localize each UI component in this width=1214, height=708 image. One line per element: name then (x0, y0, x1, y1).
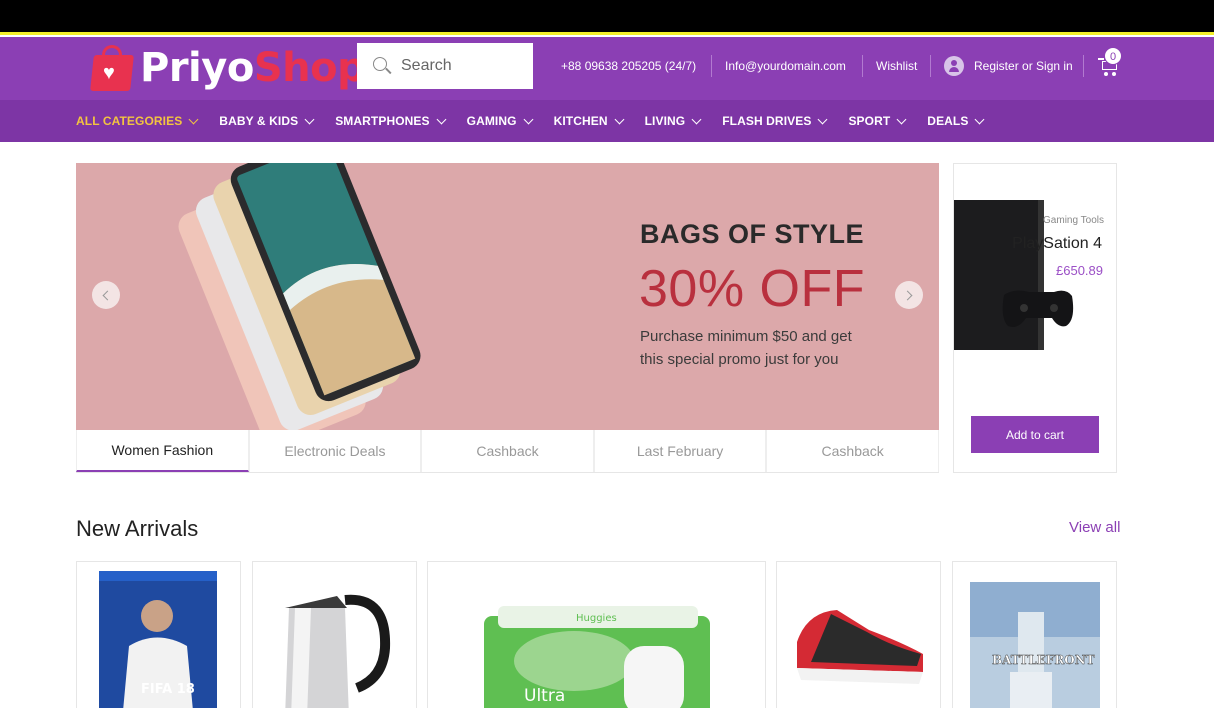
nav-smartphones[interactable]: SMARTPHONES (335, 114, 447, 128)
chevron-down-icon (975, 114, 985, 124)
register-link[interactable]: Register or Sign in (930, 55, 1073, 77)
nav-label: LIVING (644, 114, 686, 128)
carousel-prev-button[interactable] (92, 281, 120, 309)
nav-flash-drives[interactable]: FLASH DRIVES (722, 114, 828, 128)
tab-electronic-deals[interactable]: Electronic Deals (248, 430, 422, 472)
electric-kettle-image (285, 594, 391, 708)
chevron-down-icon (614, 114, 625, 124)
view-all-link[interactable]: View all (1069, 519, 1120, 536)
section-title: New Arrivals (76, 516, 199, 541)
chevron-down-icon (896, 114, 907, 124)
banner-discount: 30% OFF (639, 260, 865, 318)
chevron-down-icon (818, 114, 828, 124)
chevron-down-icon (188, 114, 199, 124)
tab-cashback-2[interactable]: Cashback (766, 430, 939, 472)
nav-label: GAMING (466, 114, 517, 128)
wishlist-link[interactable]: Wishlist (862, 55, 917, 77)
nav-label: FLASH DRIVES (722, 114, 812, 128)
search-box[interactable] (357, 43, 533, 89)
chevron-left-icon (102, 290, 113, 300)
email-link[interactable]: Info@yourdomain.com (711, 55, 846, 77)
promo-price: £650.89 (1056, 263, 1103, 278)
user-icon (944, 56, 964, 76)
product-card[interactable]: Huggies Ultra (427, 561, 766, 708)
nav-sport[interactable]: SPORT (848, 114, 907, 128)
nav-kitchen[interactable]: KITCHEN (553, 114, 625, 128)
chevron-down-icon (523, 114, 534, 124)
promo-product-name[interactable]: PlaySation 4 (1012, 235, 1102, 253)
nav-label: ALL CATEGORIES (76, 114, 183, 128)
nav-label: BABY & KIDS (219, 114, 299, 128)
hero-banner: BAGS OF STYLE 30% OFF Purchase minimum $… (76, 163, 939, 430)
fifa-game-cover-image: FIFA 18 (99, 571, 217, 708)
banner-description: Purchase minimum $50 and get this specia… (640, 328, 852, 368)
chevron-down-icon (691, 114, 702, 124)
nav-label: KITCHEN (553, 114, 608, 128)
nav-gaming[interactable]: GAMING (466, 114, 534, 128)
tab-women-fashion[interactable]: Women Fashion (76, 430, 249, 472)
cart-count-badge: 0 (1104, 47, 1122, 65)
chevron-down-icon (304, 114, 315, 124)
product-card[interactable]: FIFA 18 (76, 561, 241, 708)
logo[interactable]: ♥ PriyoShop (90, 39, 366, 97)
nav-deals[interactable]: DEALS (927, 114, 985, 128)
promo-category: Gaming Tools (1043, 215, 1104, 226)
diapers-brand-text: Huggies (576, 613, 617, 624)
product-card[interactable]: BATTLEFRONT (952, 561, 1117, 708)
diapers-pack-text: Ultra (524, 686, 565, 706)
header: ♥ PriyoShop +88 09638 205205 (24/7) Info… (0, 37, 1214, 100)
tab-cashback[interactable]: Cashback (421, 430, 594, 472)
chevron-down-icon (436, 114, 447, 124)
chevron-right-icon (902, 290, 913, 300)
banner-title: BAGS OF STYLE (640, 219, 865, 249)
add-to-cart-button[interactable]: Add to cart (971, 416, 1099, 453)
logo-text: PriyoShop (140, 45, 366, 91)
battlefront-cover-text: BATTLEFRONT (992, 653, 1095, 667)
battlefront-game-cover-image: BATTLEFRONT (970, 582, 1100, 708)
promo-card: Gaming Tools PlaySation 4 £650.89 Add to… (953, 163, 1117, 473)
top-black-bar (0, 0, 1214, 35)
tab-last-february[interactable]: Last February (593, 430, 767, 472)
search-icon (373, 57, 392, 75)
nav-label: SMARTPHONES (335, 114, 430, 128)
nav-baby-kids[interactable]: BABY & KIDS (219, 114, 315, 128)
phone-link[interactable]: +88 09638 205205 (24/7) (561, 37, 696, 95)
product-card[interactable] (252, 561, 417, 708)
fifa-cover-text: FIFA 18 (141, 682, 195, 697)
nav-living[interactable]: LIVING (644, 114, 702, 128)
shopping-bag-icon: ♥ (90, 43, 136, 93)
nav-all-categories[interactable]: ALL CATEGORIES (76, 114, 199, 128)
register-label: Register or Sign in (974, 59, 1073, 73)
banner-tabs: Women Fashion Electronic Deals Cashback … (76, 430, 939, 473)
product-card[interactable] (776, 561, 941, 708)
search-input[interactable] (401, 57, 521, 75)
carousel-next-button[interactable] (895, 281, 923, 309)
nav-label: SPORT (848, 114, 891, 128)
tablet-image (178, 163, 421, 430)
category-nav: ALL CATEGORIES BABY & KIDS SMARTPHONES G… (0, 100, 1214, 142)
nav-label: DEALS (927, 114, 969, 128)
sneaker-image (797, 610, 923, 684)
diapers-pack-image: Huggies Ultra (484, 606, 710, 708)
